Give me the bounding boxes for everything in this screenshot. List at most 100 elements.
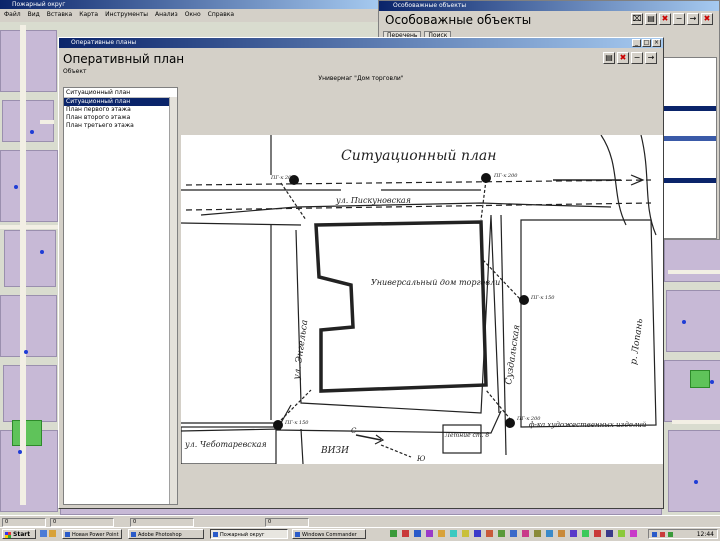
menu-item[interactable]: Вид [28, 10, 40, 20]
arrow-label-u: Ю [416, 455, 426, 463]
map-block [666, 290, 720, 352]
menu-item[interactable]: Вставка [47, 10, 72, 20]
plan-list-item[interactable]: План третьего этажа [64, 122, 177, 130]
quicklaunch-icon[interactable] [438, 530, 445, 537]
bottom-box-label: Летние ст. 8 [444, 432, 489, 439]
quicklaunch-icon[interactable] [414, 530, 421, 537]
taskbar-task-button[interactable]: Новая Power Point [62, 529, 122, 539]
window-controls: _ □ × [632, 39, 661, 47]
task-label: Пожарный округ [220, 532, 265, 538]
drawing-title: Ситуационный план [341, 148, 497, 164]
plan-list-item[interactable]: План второго этажа [64, 114, 177, 122]
menu-item[interactable]: Окно [185, 10, 201, 20]
toolbar-button[interactable]: ▤ [645, 13, 657, 25]
map-street [672, 420, 720, 424]
selected-row[interactable] [664, 106, 716, 111]
map-object-marker[interactable] [694, 480, 698, 484]
quicklaunch-icon[interactable] [570, 530, 577, 537]
minimize-button[interactable]: _ [632, 39, 641, 47]
map-object-marker[interactable] [18, 450, 22, 454]
plan-list[interactable]: Ситуационный план Ситуационный план План … [63, 87, 178, 505]
quicklaunch-icon[interactable] [426, 530, 433, 537]
street-line [181, 222, 302, 226]
map-object-marker[interactable] [710, 380, 714, 384]
menu-item[interactable]: Справка [208, 10, 234, 20]
toolbar-button[interactable]: → [645, 52, 657, 64]
building-label: Универсальный дом торговли [371, 278, 500, 287]
menu-item[interactable]: Карта [79, 10, 98, 20]
clock[interactable]: 12:44 [697, 530, 714, 539]
taskbar-task-button[interactable]: Adobe Photoshop [128, 529, 204, 539]
toolbar-button[interactable]: ✖ [617, 52, 629, 64]
plan-list-item[interactable]: План первого этажа [64, 106, 177, 114]
toolbar-button[interactable]: ✖ [701, 13, 713, 25]
quicklaunch-folder-icon[interactable] [49, 530, 56, 537]
tray-antivirus-icon[interactable] [660, 532, 665, 537]
bottom-mid-label: ВИЗИ [320, 446, 349, 456]
start-button[interactable]: Start [2, 529, 36, 539]
quicklaunch-icon[interactable] [486, 530, 493, 537]
quicklaunch-icon[interactable] [606, 530, 613, 537]
hydrant-label: ПГ-к 200 [516, 416, 541, 422]
quicklaunch-icon[interactable] [510, 530, 517, 537]
toolbar-button[interactable]: ✖ [659, 13, 671, 25]
toolbar-button[interactable]: − [631, 52, 643, 64]
toolbar-button[interactable]: − [673, 13, 685, 25]
map-object-marker[interactable] [24, 350, 28, 354]
quicklaunch-icon[interactable] [534, 530, 541, 537]
app-icon [131, 532, 136, 537]
tray-volume-icon[interactable] [668, 532, 673, 537]
map-object-marker[interactable] [40, 250, 44, 254]
window-title: Оперативные планы [71, 39, 137, 46]
close-button[interactable]: × [652, 39, 661, 47]
street-label-top: ул. Пискуновская [335, 196, 411, 205]
quicklaunch-icon[interactable] [402, 530, 409, 537]
street-label-left: ул. Энгельса [292, 319, 310, 381]
app-icon [295, 532, 300, 537]
hose-line [480, 179, 487, 221]
quicklaunch-icon[interactable] [582, 530, 589, 537]
selected-row[interactable] [664, 136, 716, 141]
quicklaunch-ie-icon[interactable] [40, 530, 47, 537]
quicklaunch-icon[interactable] [390, 530, 397, 537]
toolbar-button[interactable]: ▤ [603, 52, 615, 64]
quicklaunch-icon[interactable] [474, 530, 481, 537]
quicklaunch-icon[interactable] [498, 530, 505, 537]
taskbar-task-button[interactable]: Пожарный округ [210, 529, 288, 539]
tray-network-icon[interactable] [652, 532, 657, 537]
hydrant-marker [505, 418, 515, 428]
quicklaunch-icon[interactable] [558, 530, 565, 537]
map-object-marker[interactable] [30, 130, 34, 134]
toolbar-button[interactable]: ⌧ [631, 13, 643, 25]
map-object-marker[interactable] [682, 320, 686, 324]
quicklaunch-icon[interactable] [630, 530, 637, 537]
plan-list-scrollbar[interactable] [169, 97, 177, 504]
quicklaunch-icon[interactable] [462, 530, 469, 537]
menu-item[interactable]: Файл [4, 10, 21, 20]
operational-plan-titlebar: Оперативные планы _ □ × [59, 38, 663, 48]
taskbar-task-button[interactable]: Windows Commander [292, 529, 366, 539]
toolbar-button[interactable]: → [687, 13, 699, 25]
quicklaunch-icon[interactable] [546, 530, 553, 537]
map-block [3, 365, 57, 422]
plan-list-item[interactable]: Ситуационный план [64, 98, 177, 106]
quicklaunch-icon[interactable] [594, 530, 601, 537]
quicklaunch-icon[interactable] [618, 530, 625, 537]
river-label: р. Лопань [629, 318, 645, 365]
important-objects-list[interactable] [663, 57, 717, 239]
selected-row[interactable] [664, 178, 716, 183]
menu-item[interactable]: Анализ [155, 10, 178, 20]
maximize-button[interactable]: □ [642, 39, 651, 47]
quicklaunch-icon[interactable] [522, 530, 529, 537]
map-park [690, 370, 710, 388]
object-name: Универмаг "Дом торговли" [318, 75, 404, 82]
plan-toolbar: ▤ ✖ − → [603, 52, 657, 64]
arrow-label-c: С [351, 427, 357, 435]
street-line [295, 214, 500, 414]
important-objects-titlebar: Особоважные объекты [379, 1, 719, 11]
map-object-marker[interactable] [14, 185, 18, 189]
map-block [0, 30, 57, 92]
quicklaunch-icon[interactable] [450, 530, 457, 537]
menu-item[interactable]: Инструменты [105, 10, 148, 20]
status-cell: 0 [2, 518, 46, 527]
